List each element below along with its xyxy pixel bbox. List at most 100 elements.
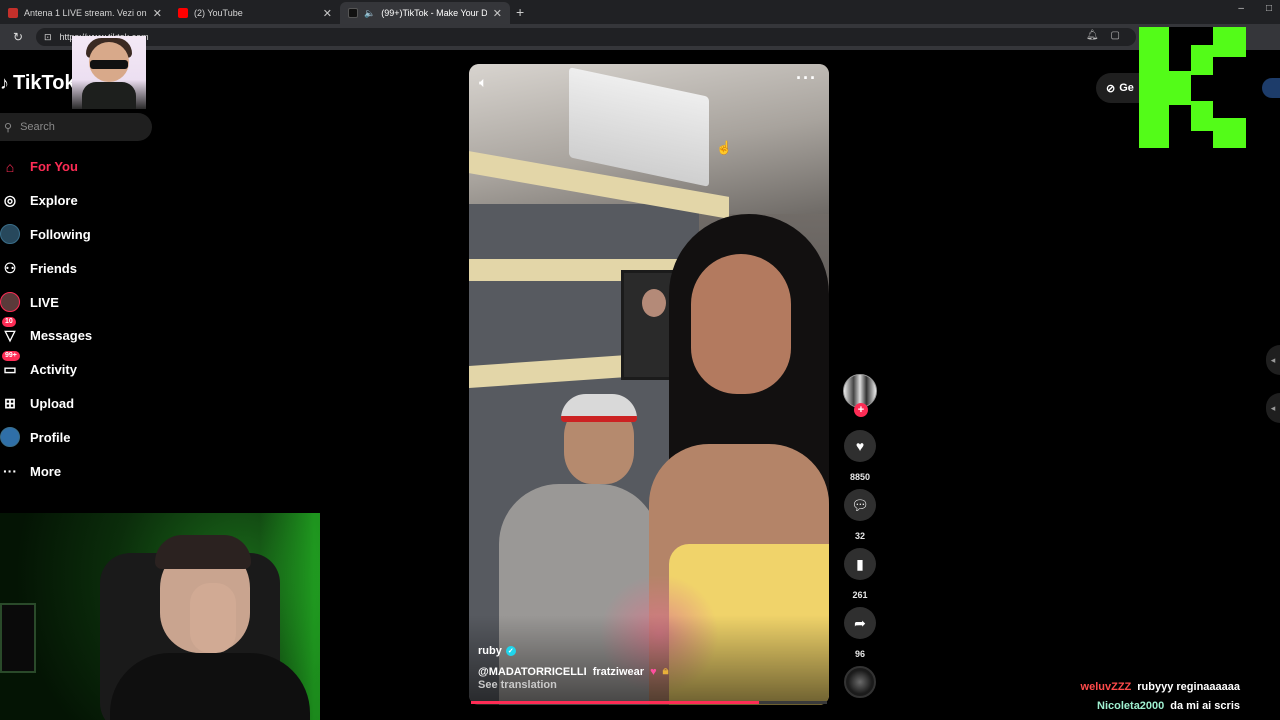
browser-tab-youtube[interactable]: (2) YouTube ✕ [170, 2, 340, 24]
bookmark-icon: ▮ [856, 555, 864, 572]
sidebar-item-activity[interactable]: ▭ 99+ Activity [0, 350, 160, 387]
kick-logo-overlay [1139, 27, 1246, 148]
tiktok-note-icon: ♪ [0, 73, 9, 93]
tiktok-favicon-icon [348, 8, 358, 18]
extension-icon[interactable]: ▢ [1111, 30, 1120, 41]
webcam-monitor [0, 603, 36, 673]
comment-count: 32 [854, 531, 865, 541]
video-description: @MADATORRICELLI fratziwear ♥ 🔒︎ [478, 665, 668, 678]
friends-icon: ⚇ [3, 259, 17, 276]
video-bottom-shade [469, 615, 829, 705]
chat-username: weluvZZZ [1080, 680, 1132, 693]
next-video-arrow[interactable]: ◂ [1266, 393, 1280, 423]
activity-badge: 99+ [2, 350, 20, 361]
bell-icon[interactable]: 🔔︎ [1086, 30, 1099, 41]
avatar-body [82, 82, 136, 109]
search-input[interactable]: ⚲ Search [0, 113, 152, 141]
sidebar-item-friends[interactable]: ⚇ Friends [0, 251, 160, 285]
messages-icon: ▽ 10 [0, 316, 20, 346]
search-icon: ⚲ [4, 121, 13, 134]
browser-tab-antena[interactable]: Antena 1 LIVE stream. Vezi online ✕ [0, 2, 170, 24]
close-tab-icon[interactable]: ✕ [153, 7, 162, 20]
video-player[interactable]: 🔈︎ ··· ruby ✓ @MADATORRICELLI fratziwear… [469, 64, 829, 705]
kick-logo-stroke [1213, 27, 1246, 57]
video-progress-fill [471, 701, 760, 704]
home-icon: ⌂ [5, 158, 15, 175]
kick-logo-stroke [1213, 118, 1246, 148]
sidebar-item-label: Activity [30, 362, 77, 378]
description-mention[interactable]: @MADATORRICELLI [478, 666, 587, 678]
get-app-icon: ⊘ [1106, 82, 1116, 95]
browser-address-bar: ↻ ⊡ https://www.tiktok.com 🔔︎ ▢ [0, 24, 1280, 50]
close-tab-icon[interactable]: ✕ [493, 7, 502, 20]
heart-emoji-icon: ♥ [650, 665, 657, 678]
following-avatar-icon [0, 224, 20, 245]
comment-button[interactable]: 💬︎ [844, 489, 876, 521]
tab-title: (99+)TikTok - Make Your Day [381, 8, 487, 18]
sidebar-item-live[interactable]: LIVE [0, 285, 160, 319]
description-text: fratziwear [592, 665, 645, 678]
see-translation-link[interactable]: See translation [478, 679, 557, 691]
minimize-icon[interactable]: – [1238, 3, 1244, 14]
mouse-cursor-icon: ☝ [716, 140, 733, 155]
sidebar-item-label: Messages [30, 328, 93, 344]
music-disc-icon[interactable] [844, 666, 876, 698]
sidebar-item-label: Friends [30, 260, 77, 276]
stream-chat-overlay: weluvZZZ rubyyy reginaaaaaa Nicoleta2000… [1030, 677, 1280, 715]
sidebar-item-following[interactable]: Following [0, 218, 160, 252]
reload-icon[interactable]: ↻ [0, 30, 36, 44]
save-button[interactable]: ▮ [844, 548, 876, 580]
video-woman-face [691, 254, 791, 394]
site-info-icon[interactable]: ⊡ [44, 32, 52, 43]
sidebar-item-messages[interactable]: ▽ 10 Messages [0, 316, 160, 353]
sidebar-nav: ⌂ For You ◎ Explore Following ⚇ Friends … [0, 150, 160, 488]
kick-logo-stroke [1191, 101, 1213, 131]
window-controls: – □ [1238, 3, 1272, 14]
kick-logo-stroke [1139, 27, 1169, 148]
youtube-favicon-icon [178, 8, 188, 18]
url-field[interactable]: ⊡ https://www.tiktok.com [36, 28, 1136, 46]
omnibox-actions: 🔔︎ ▢ [1086, 30, 1120, 41]
streamer-avatar-overlay [72, 36, 146, 109]
sidebar-item-label: For You [30, 159, 78, 175]
more-dots-icon: ··· [3, 463, 17, 480]
chat-text: rubyyy reginaaaaaa [1137, 680, 1240, 693]
close-tab-icon[interactable]: ✕ [323, 7, 332, 20]
profile-avatar-icon [0, 427, 20, 448]
tab-title: Antena 1 LIVE stream. Vezi online [24, 8, 147, 18]
streamer-webcam [0, 513, 320, 720]
like-count: 8850 [849, 472, 871, 482]
lock-emoji-icon: 🔒︎ [662, 665, 669, 677]
browser-tab-tiktok[interactable]: 🔈 (99+)TikTok - Make Your Day ✕ [340, 2, 510, 24]
video-username[interactable]: ruby ✓ [478, 645, 516, 657]
kick-logo-stroke [1169, 71, 1191, 105]
new-tab-button[interactable]: + [516, 4, 524, 20]
sidebar-item-profile[interactable]: Profile [0, 420, 160, 454]
maximize-icon[interactable]: □ [1266, 3, 1272, 14]
user-avatar[interactable] [1262, 78, 1280, 98]
sidebar-item-for-you[interactable]: ⌂ For You [0, 150, 160, 184]
like-button[interactable]: ♥ [844, 430, 876, 462]
compass-icon: ◎ [3, 192, 17, 209]
streamer-hand [190, 583, 236, 653]
tiktok-logo[interactable]: ♪ TikTok [0, 72, 76, 95]
creator-avatar[interactable]: + [843, 374, 877, 417]
previous-video-arrow[interactable]: ◂ [1266, 345, 1280, 375]
speaker-icon[interactable]: 🔈 [364, 8, 375, 19]
streamer-body [110, 653, 310, 720]
sidebar-item-label: LIVE [30, 294, 59, 310]
sidebar-item-more[interactable]: ··· More [0, 454, 160, 488]
video-progress-bar[interactable] [471, 701, 827, 704]
sidebar-item-label: Explore [30, 193, 78, 209]
tab-title: (2) YouTube [194, 8, 243, 18]
share-button[interactable]: ➦ [844, 607, 876, 639]
volume-icon[interactable]: 🔈︎ [479, 74, 487, 91]
antena-favicon-icon [8, 8, 18, 18]
video-action-rail: + ♥ 8850 💬︎ 32 ▮ 261 ➦ 96 [842, 374, 878, 698]
more-options-icon[interactable]: ··· [796, 68, 817, 89]
heart-icon: ♥ [855, 438, 865, 454]
sidebar-item-explore[interactable]: ◎ Explore [0, 184, 160, 218]
chat-message: weluvZZZ rubyyy reginaaaaaa [1030, 677, 1280, 696]
follow-plus-icon[interactable]: + [854, 403, 868, 417]
sidebar-item-upload[interactable]: ⊞ Upload [0, 387, 160, 421]
